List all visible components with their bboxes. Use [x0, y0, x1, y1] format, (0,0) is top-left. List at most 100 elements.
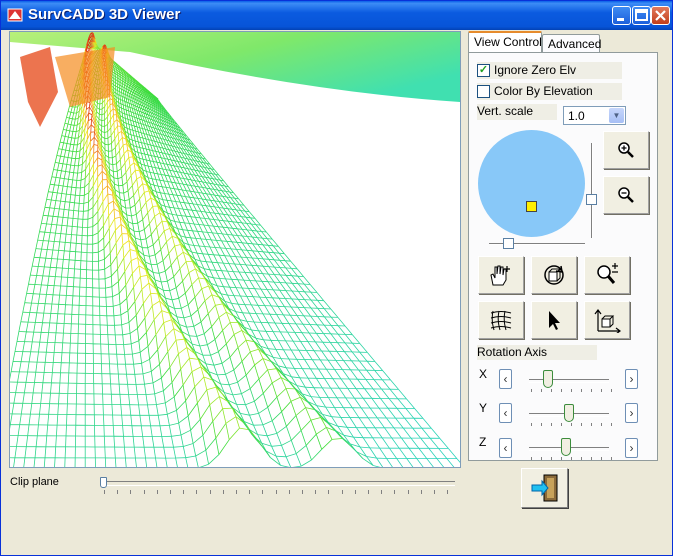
terrain-mesh-lines — [117, 130, 122, 134]
terrain-mesh-lines — [87, 112, 90, 121]
maximize-button[interactable] — [632, 6, 651, 25]
window-title: SurvCADD 3D Viewer — [28, 6, 181, 23]
clip-plane-label: Clip plane — [10, 476, 59, 488]
terrain-mesh-lines — [77, 55, 301, 417]
navigation-sphere[interactable] — [478, 130, 585, 237]
slider-tick — [591, 423, 592, 426]
y-rotate-right-button[interactable]: › — [625, 403, 638, 423]
terrain-mesh-lines — [93, 157, 99, 165]
clip-plane-tick — [104, 490, 105, 494]
slider-tick — [581, 389, 582, 392]
terrain-mesh-lines — [334, 370, 383, 418]
slider-tick — [571, 457, 572, 460]
clip-plane-tick — [447, 490, 449, 494]
rotate-button[interactable] — [531, 256, 577, 294]
terrain-mesh-lines — [54, 275, 345, 467]
terrain-mesh-lines — [376, 408, 424, 459]
ignore-zero-elv-checkbox[interactable]: ✓ — [477, 64, 490, 77]
x-rotation-thumb[interactable] — [543, 370, 553, 388]
rotate-icon — [544, 265, 564, 285]
terrain-plateau-highlight — [55, 47, 115, 107]
x-axis-label: X — [479, 367, 488, 381]
zoom-window-button[interactable] — [584, 256, 630, 294]
clip-plane-tick — [209, 490, 211, 494]
clip-plane-tick — [407, 490, 409, 494]
minimize-button[interactable] — [612, 6, 631, 25]
terrain-peak-highlight — [20, 47, 58, 127]
clip-plane-tick — [394, 490, 396, 494]
clip-plane-tick — [183, 490, 185, 494]
slider-tick — [611, 423, 612, 426]
y-rotate-left-button[interactable]: ‹ — [499, 403, 512, 423]
viewer-window: SurvCADD 3D Viewer Clip plane View Contr… — [0, 0, 673, 556]
zoom-out-button[interactable] — [603, 176, 649, 214]
slider-tick — [541, 389, 542, 392]
vertical-tilt-thumb[interactable] — [586, 194, 597, 205]
view-position-marker[interactable] — [526, 201, 537, 212]
clip-plane-tick — [315, 490, 317, 494]
vert-scale-select[interactable]: 1.0 ▼ — [563, 106, 626, 125]
tab-view-control[interactable]: View Control — [468, 31, 542, 53]
vertical-tilt-track[interactable] — [591, 143, 593, 238]
terrain-mesh-lines — [436, 448, 458, 467]
terrain-mesh-lines — [292, 342, 361, 467]
terrain-mesh-lines — [336, 361, 384, 408]
tab-advanced[interactable]: Advanced — [542, 34, 601, 53]
terrain-mesh-lines — [456, 458, 460, 463]
slider-tick — [611, 457, 612, 460]
terrain-mesh-lines — [76, 75, 322, 418]
z-rotation-thumb[interactable] — [560, 438, 571, 456]
slider-tick — [541, 457, 542, 460]
mesh-button[interactable] — [478, 301, 524, 339]
x-rotate-right-button[interactable]: › — [625, 369, 638, 389]
terrain-mesh-lines — [21, 191, 303, 395]
x-rotation-track[interactable] — [529, 379, 609, 383]
slider-tick — [611, 389, 612, 392]
slider-tick — [601, 389, 602, 392]
terrain-mesh-lines — [116, 198, 240, 429]
terrain-wireframe[interactable] — [10, 32, 460, 467]
title-bar[interactable]: SurvCADD 3D Viewer — [1, 1, 672, 30]
slider-tick — [551, 457, 552, 460]
clip-plane-tick — [249, 490, 251, 494]
select-button[interactable] — [531, 301, 577, 339]
ignore-zero-elv-option[interactable]: ✓ Ignore Zero Elv — [477, 62, 622, 79]
terrain-mesh-lines — [144, 190, 150, 193]
zoom-in-button[interactable] — [603, 131, 649, 169]
terrain-mesh-lines — [38, 138, 234, 316]
terrain-mesh-lines — [28, 139, 216, 309]
clip-plane-thumb[interactable] — [100, 477, 107, 488]
chevron-down-icon[interactable]: ▼ — [609, 108, 624, 123]
pan-button[interactable] — [478, 256, 524, 294]
z-rotate-left-button[interactable]: ‹ — [499, 438, 512, 458]
clip-plane-tick — [143, 490, 145, 494]
clip-plane-track[interactable] — [101, 481, 455, 486]
terrain-mesh-lines — [225, 349, 264, 424]
terrain-mesh-lines — [143, 192, 147, 203]
y-rotation-thumb[interactable] — [564, 404, 574, 422]
slider-tick — [601, 457, 602, 460]
z-rotate-right-button[interactable]: › — [625, 438, 638, 458]
exit-button[interactable] — [521, 468, 568, 508]
terrain-mesh-lines — [24, 148, 309, 441]
pan-icon — [490, 265, 510, 286]
vert-scale-label: Vert. scale — [477, 104, 557, 120]
horizontal-pan-thumb[interactable] — [503, 238, 514, 249]
3d-viewport[interactable] — [9, 31, 461, 468]
clip-plane-tick — [288, 490, 290, 494]
clip-plane-tick — [170, 490, 171, 494]
clip-plane-tick — [130, 490, 132, 494]
close-button[interactable] — [651, 6, 670, 25]
slider-tick — [531, 423, 532, 426]
terrain-mesh-lines — [90, 131, 95, 145]
axis-move-icon — [594, 309, 621, 333]
clip-plane-tick — [354, 490, 356, 494]
terrain-mesh-lines — [129, 249, 137, 252]
color-by-elevation-checkbox[interactable] — [477, 85, 490, 98]
x-rotate-left-button[interactable]: ‹ — [499, 369, 512, 389]
color-by-elevation-option[interactable]: Color By Elevation — [477, 83, 622, 100]
axis-move-button[interactable] — [584, 301, 630, 339]
mesh-icon — [490, 310, 512, 331]
ignore-zero-elv-label: Ignore Zero Elv — [494, 63, 577, 77]
slider-tick — [591, 389, 592, 392]
